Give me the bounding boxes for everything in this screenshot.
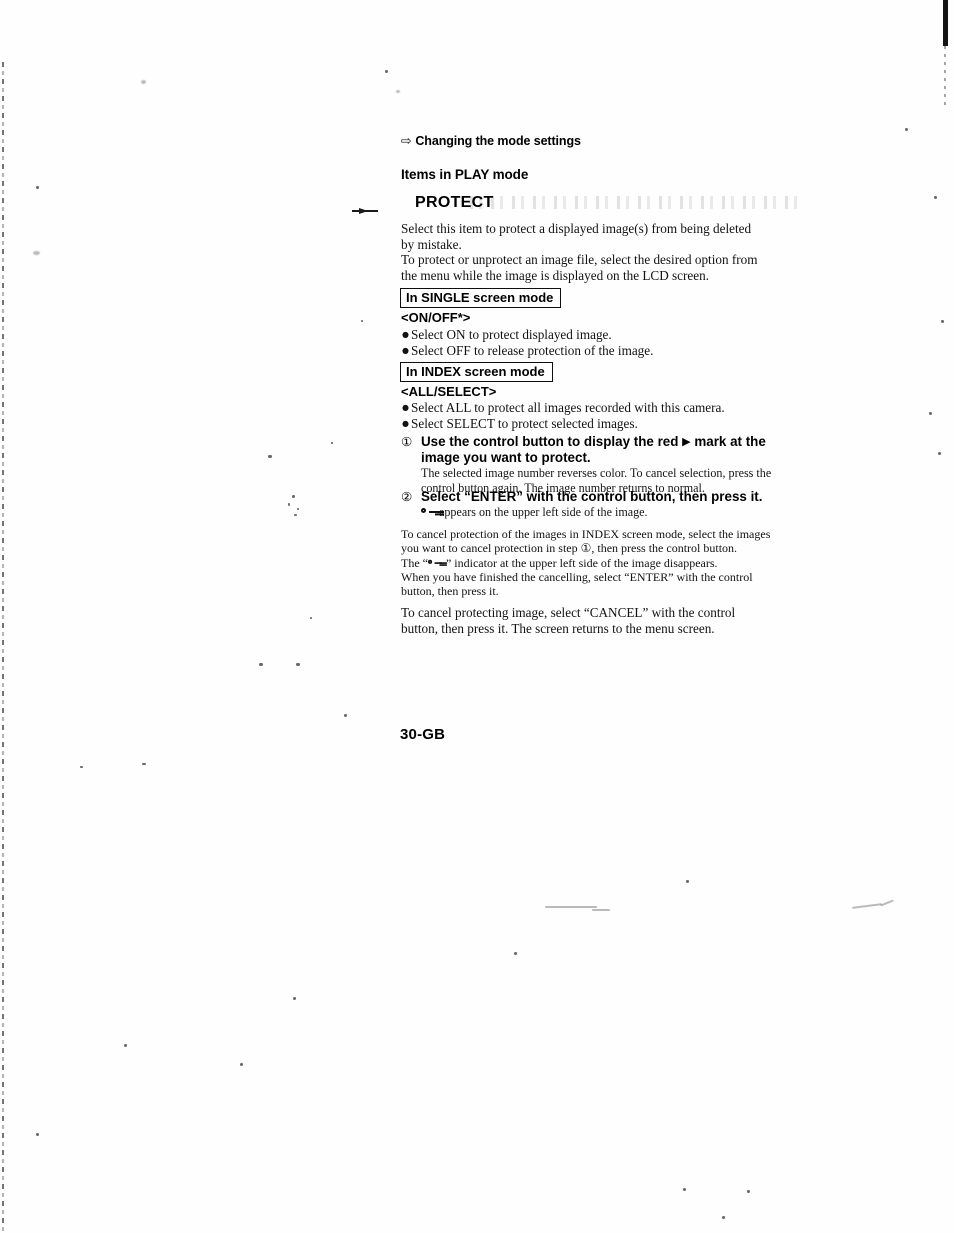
cancel-image-line-2: button, then press it. The screen return… (401, 620, 715, 636)
dust-speck (514, 952, 517, 955)
intro-line-4: the menu while the image is displayed on… (401, 267, 709, 283)
page-number: 30-GB (400, 726, 446, 743)
intro-paragraph: Select this item to protect a displayed … (401, 221, 793, 283)
dust-speck (310, 617, 312, 619)
dust-speck (385, 70, 388, 73)
dust-speck (344, 714, 347, 717)
index-mode-bullet-list: ● Select ALL to protect all images record… (402, 400, 725, 433)
dust-speck (683, 1188, 686, 1191)
bullet-icon: ● (402, 419, 409, 429)
dust-speck (747, 1190, 750, 1193)
single-screen-mode-box: In SINGLE screen mode (400, 288, 562, 308)
dust-speck (938, 452, 941, 455)
step-number: ① (401, 434, 413, 449)
bleed-through-artifact (470, 196, 800, 209)
step-instruction-part-3: image you want to protect. (421, 450, 591, 466)
dust-speck (361, 320, 363, 322)
dust-speck (240, 1063, 243, 1066)
margin-arrow-head (359, 207, 368, 214)
scan-smudge (33, 251, 40, 255)
section-heading-label: Changing the mode settings (415, 134, 581, 148)
step-item-1: ① Use the control button to display the … (401, 434, 793, 495)
dust-speck (296, 663, 300, 666)
dust-speck (293, 997, 296, 1000)
step-instruction-part-2: mark at the (694, 434, 766, 449)
dust-speck (124, 1044, 127, 1047)
list-item: ● Select SELECT to protect selected image… (402, 416, 725, 432)
intro-line-1: Select this item to protect a displayed … (401, 221, 752, 236)
subsection-heading: Items in PLAY mode (401, 167, 529, 182)
dust-speck (686, 880, 689, 883)
list-item-label: Select ALL to protect all images recorde… (411, 400, 725, 415)
step-number: ② (401, 489, 413, 504)
cancel-image-paragraph: To cancel protecting image, select “CANC… (401, 605, 793, 636)
dust-speck (934, 196, 937, 199)
index-mode-option-label: <ALL/SELECT> (401, 384, 497, 399)
margin-arrow-mark (352, 207, 378, 215)
cancel-index-line-2a: you want to cancel protection in step (401, 541, 578, 556)
step-instruction-part-1: Use the control button to display the re… (421, 434, 679, 449)
cancel-image-line-1: To cancel protecting image, select “CANC… (401, 605, 736, 620)
cancel-index-line-4: When you have finished the cancelling, s… (401, 569, 753, 584)
scanned-manual-page: ⇨ Changing the mode settings Items in PLA… (0, 0, 954, 1233)
dust-speck (36, 186, 39, 189)
step-detail-line-1: appears on the upper left side of the im… (439, 505, 648, 520)
step-item-2: ② Select “ENTER” with the control button… (401, 489, 793, 520)
dust-speck (292, 495, 295, 498)
dust-speck (268, 455, 272, 458)
intro-line-2: by mistake. (401, 236, 462, 252)
step-detail: appears on the upper left side of the im… (421, 505, 793, 519)
section-heading: ⇨ Changing the mode settings (401, 133, 581, 148)
list-item: ● Select ALL to protect all images record… (402, 400, 725, 416)
play-triangle-icon: ▶ (682, 435, 691, 448)
list-item-label: Select ON to protect displayed image. (411, 327, 612, 342)
dust-speck (331, 442, 333, 444)
cancel-index-line-3b: ” indicator at the upper left side of th… (445, 555, 718, 570)
cancel-index-line-2b: , then press the control button. (591, 541, 738, 556)
bullet-icon: ● (402, 330, 409, 339)
scan-smudge (141, 80, 146, 84)
bullet-icon: ● (402, 346, 409, 356)
dust-speck (905, 128, 908, 131)
scan-edge-artifact-left (2, 62, 4, 1233)
cancel-index-line-1: To cancel protection of the images in IN… (401, 527, 771, 541)
index-screen-mode-box: In INDEX screen mode (400, 362, 553, 382)
dust-speck (929, 412, 932, 415)
key-icon (427, 559, 442, 566)
pencil-mark (592, 909, 610, 911)
cancel-index-line-3a: The “ (401, 555, 428, 570)
bullet-icon: ● (402, 403, 409, 412)
step-instruction: Use the control button to display the re… (421, 434, 793, 466)
single-mode-option-label: <ON/OFF*> (401, 310, 471, 325)
list-item-label: Select SELECT to protect selected images… (411, 416, 638, 432)
step-detail-line-1: The selected image number reverses color… (421, 466, 754, 481)
single-mode-bullet-list: ● Select ON to protect displayed image. ●… (402, 327, 653, 360)
cancel-index-line-5: button, then press it. (401, 584, 499, 599)
list-item: ● Select OFF to release protection of the… (402, 343, 653, 359)
dust-speck (288, 503, 290, 506)
dust-speck (297, 508, 299, 510)
cancel-index-step-ref: ① (580, 541, 592, 556)
page-title: PROTECT (415, 194, 494, 211)
step-instruction: Select “ENTER” with the control button, … (421, 489, 763, 504)
scan-edge-artifact-top-right (943, 0, 948, 46)
dust-speck (142, 763, 146, 765)
intro-line-3: To protect or unprotect an image file, s… (401, 252, 758, 268)
scan-edge-artifact-right (944, 46, 946, 106)
pencil-mark (545, 906, 597, 908)
dust-speck (80, 766, 83, 768)
pencil-mark (851, 903, 883, 909)
dust-speck (36, 1133, 39, 1136)
dust-speck (722, 1216, 725, 1219)
key-icon (421, 508, 438, 517)
pencil-mark (880, 899, 894, 907)
right-arrow-glyph-icon: ⇨ (401, 133, 412, 148)
dust-speck (941, 320, 944, 323)
scan-smudge (396, 90, 400, 93)
list-item: ● Select ON to protect displayed image. (402, 327, 653, 343)
dust-speck (294, 514, 297, 516)
list-item-label: Select OFF to release protection of the … (411, 343, 654, 359)
dust-speck (259, 663, 263, 666)
cancel-index-paragraph: To cancel protection of the images in IN… (401, 527, 793, 598)
